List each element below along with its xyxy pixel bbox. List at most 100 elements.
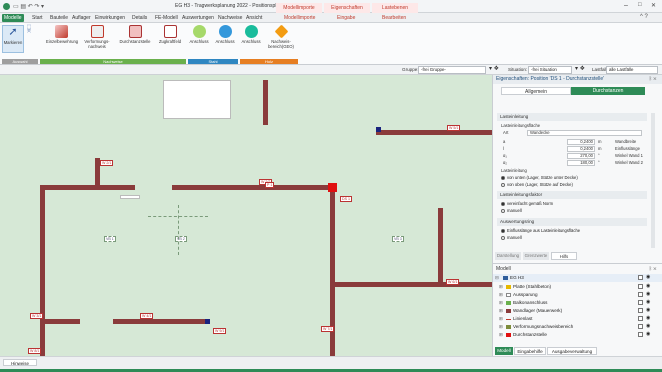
- section-auswertungsring[interactable]: Auswertungsring: [497, 218, 647, 226]
- tab-bauteile[interactable]: Bauteile: [48, 14, 70, 22]
- einzelbewehrung-button[interactable]: Einzelbewehrung: [46, 25, 78, 53]
- tree-item[interactable]: ⊞ Durchstanzstelle ◉: [493, 331, 662, 339]
- radio-vereinfacht[interactable]: vereinfacht gemäß Norm: [501, 201, 553, 207]
- wall-tag[interactable]: W 3/1: [30, 313, 44, 319]
- tab-ausgabeverwaltung[interactable]: Ausgabeverwaltung: [547, 347, 597, 355]
- gruppe-select[interactable]: -frei Gruppe-: [418, 66, 486, 74]
- drawing-canvas[interactable]: W 2/1 W 2/2 DS 1 W 5/1 W 3/1 W 4/1 W 6/1…: [0, 75, 492, 356]
- close-button[interactable]: ✕: [651, 2, 656, 9]
- maximize-button[interactable]: □: [638, 2, 642, 8]
- wall-tag[interactable]: W 6/1: [446, 279, 460, 285]
- region-tag[interactable]: VB 2: [175, 236, 187, 242]
- wall-v3[interactable]: [40, 185, 45, 356]
- radio-von-unten[interactable]: von unten (Lager, Stütze unter Decke): [501, 175, 578, 181]
- param-input[interactable]: 0,2400: [567, 146, 595, 152]
- tab-modell[interactable]: Modell: [495, 347, 513, 355]
- situation-select[interactable]: -frei Situation: [528, 66, 572, 74]
- checkbox[interactable]: [638, 308, 643, 313]
- wall-tag[interactable]: W 4/1: [140, 313, 154, 319]
- ribbon-collapse-icon[interactable]: ^ ?: [640, 14, 648, 20]
- verformungsnachweis-button[interactable]: Verformungs-nachweis: [80, 25, 114, 53]
- eye-icon[interactable]: ◉: [646, 332, 652, 337]
- checkbox[interactable]: [638, 300, 643, 305]
- ds-tag[interactable]: DS 1: [340, 196, 352, 202]
- tab-darstellung[interactable]: Darstellung: [495, 252, 521, 260]
- eye-icon[interactable]: ◉: [646, 308, 652, 313]
- lastfall-select[interactable]: alle Lastfälle: [606, 66, 658, 74]
- checkbox[interactable]: [638, 275, 643, 280]
- tab-modellimporte[interactable]: Modellimporte: [282, 14, 317, 22]
- checkbox[interactable]: [638, 284, 643, 289]
- wall-tag[interactable]: W 9/1: [213, 328, 227, 334]
- radio-manuell-1[interactable]: manuell: [501, 208, 522, 214]
- wall-v5[interactable]: [438, 208, 443, 282]
- art-select[interactable]: Wandecke: [527, 130, 642, 136]
- situation-icon[interactable]: ▾ ❖: [575, 65, 585, 72]
- tab-modelle[interactable]: Modelle: [2, 14, 24, 22]
- support-icon[interactable]: [205, 319, 210, 324]
- wall-tag[interactable]: W 2/1: [100, 160, 114, 166]
- param-input[interactable]: 180,00: [567, 160, 595, 166]
- tab-start[interactable]: Start: [30, 14, 45, 22]
- checkbox[interactable]: [638, 292, 643, 297]
- minimize-button[interactable]: –: [624, 2, 628, 9]
- tree-item[interactable]: ⊞ Linienlast ◉: [493, 315, 662, 323]
- tab-hilfs[interactable]: Hilfs: [551, 252, 577, 260]
- tab-fe-modell[interactable]: FE-Modell: [153, 14, 180, 22]
- eye-icon[interactable]: ◉: [646, 300, 652, 305]
- tab-durchstanzen[interactable]: Durchstanzen: [571, 87, 645, 95]
- tab-bearbeiten[interactable]: Bearbeiten: [380, 14, 408, 22]
- region-tag[interactable]: VB 1: [104, 236, 116, 242]
- filter-icon[interactable]: ▾ ❖: [489, 65, 499, 72]
- hinweise-tab[interactable]: Hinweise: [3, 359, 37, 366]
- region-tag[interactable]: VB 3: [392, 236, 404, 242]
- properties-scrollbar[interactable]: [651, 113, 655, 248]
- wall-h4[interactable]: [330, 282, 492, 287]
- tab-nachweise[interactable]: Nachweise: [216, 14, 244, 22]
- anschluss-button-1[interactable]: Anschluss: [188, 25, 210, 53]
- eye-icon[interactable]: ◉: [646, 275, 652, 280]
- wall-tag[interactable]: W 5/1: [447, 125, 461, 131]
- tab-eingabe[interactable]: Eingabe: [335, 14, 357, 22]
- nachweisbereich-button[interactable]: Nachweis-bereich(GEO): [266, 24, 296, 53]
- wall-h2[interactable]: [172, 185, 335, 190]
- tab-auswertungen[interactable]: Auswertungen: [180, 14, 216, 22]
- wall-h1[interactable]: [40, 185, 135, 190]
- section-lasteinleitungsfaktor[interactable]: Lasteinleitungsfaktor: [497, 191, 647, 199]
- eye-icon[interactable]: ◉: [646, 316, 652, 321]
- eye-icon[interactable]: ◉: [646, 292, 652, 297]
- support-icon[interactable]: [376, 127, 381, 132]
- plate-tag[interactable]: P 1: [265, 182, 275, 188]
- checkbox[interactable]: [638, 332, 643, 337]
- tree-item[interactable]: ⊟ EG H3 ◉: [493, 274, 662, 282]
- durchstanzstelle-button[interactable]: Durchstanzstelle: [118, 25, 152, 53]
- tree-item[interactable]: ⊞ Platte (Stahlbeton) ◉: [493, 283, 662, 291]
- wall-h3[interactable]: [376, 130, 492, 135]
- tab-eingabehilfe[interactable]: Eingabehilfe: [514, 347, 546, 355]
- tree-item[interactable]: ⊞ Aussparung ◉: [493, 291, 662, 299]
- zugkraftfeld-button[interactable]: Zugkraftfeld: [155, 25, 185, 53]
- tab-ansicht[interactable]: Ansicht: [244, 14, 264, 22]
- tree-item[interactable]: ⊞ Balkonanschluss ◉: [493, 299, 662, 307]
- tab-auflager[interactable]: Auflager: [70, 14, 93, 22]
- radio-einflusslaenge[interactable]: Einflusslänge aus Lasteinleitungsfläche: [501, 228, 580, 234]
- markieren-button[interactable]: ➚ Markieren: [2, 25, 24, 53]
- small-tools[interactable]: ⬚ ⤧: [26, 25, 32, 53]
- eye-icon[interactable]: ◉: [646, 324, 652, 329]
- param-input[interactable]: 0,2400: [567, 139, 595, 145]
- radio-manuell-2[interactable]: manuell: [501, 235, 522, 241]
- wall-tag[interactable]: W 8/1: [28, 348, 42, 354]
- quick-access-toolbar[interactable]: ▭ ▤ ↶ ↷ ▾: [13, 3, 44, 10]
- properties-pin-icon[interactable]: ᛒ ✕: [649, 76, 656, 82]
- checkbox[interactable]: [638, 324, 643, 329]
- wall-v1[interactable]: [263, 80, 268, 125]
- durchstanzstelle-marker[interactable]: [328, 183, 337, 192]
- tree-item[interactable]: ⊞ Wandlager (Mauerwerk) ◉: [493, 307, 662, 315]
- tree-item[interactable]: ⊞ Verformungsnachweisbereich ◉: [493, 323, 662, 331]
- tab-einwirkungen[interactable]: Einwirkungen: [93, 14, 127, 22]
- tab-allgemein[interactable]: Allgemein: [501, 87, 571, 95]
- wall-h5[interactable]: [40, 319, 80, 324]
- tab-details[interactable]: Details: [130, 14, 149, 22]
- param-input[interactable]: 270,00: [567, 153, 595, 159]
- checkbox[interactable]: [638, 316, 643, 321]
